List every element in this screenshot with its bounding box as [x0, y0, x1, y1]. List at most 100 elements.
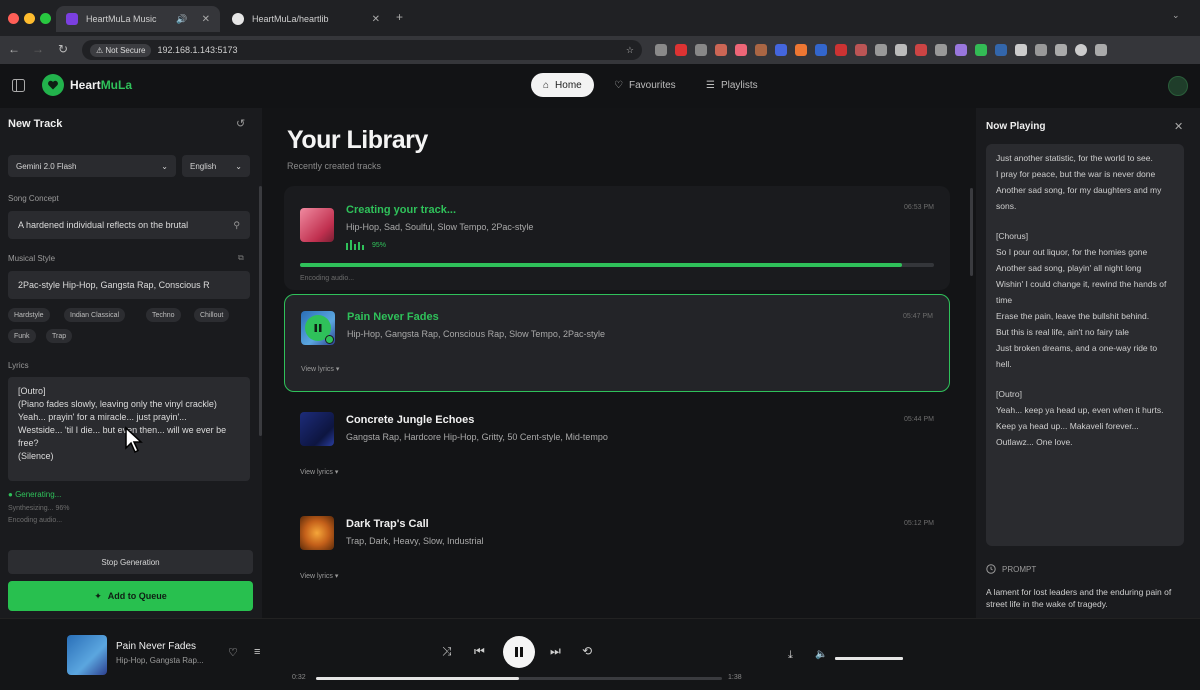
extension-icon[interactable] — [895, 44, 907, 56]
view-lyrics-link[interactable]: View lyrics ▾ — [300, 468, 338, 476]
extension-icon[interactable] — [955, 44, 967, 56]
page-subtitle: Recently created tracks — [287, 161, 382, 171]
download-icon[interactable]: ⤓ — [788, 649, 793, 662]
player-cover[interactable] — [67, 635, 107, 675]
track-card-concrete-jungle-echoes[interactable]: Concrete Jungle Echoes Gangsta Rap, Hard… — [284, 398, 950, 496]
not-secure-badge[interactable]: ⚠ Not Secure — [90, 43, 152, 57]
style-chip[interactable]: Hardstyle — [8, 308, 50, 322]
nav-playlists[interactable]: ☰ Playlists — [694, 73, 770, 97]
track-cover — [300, 412, 334, 446]
minimize-window-button[interactable] — [24, 13, 35, 24]
extension-icon[interactable] — [735, 44, 747, 56]
extension-icon[interactable] — [655, 44, 667, 56]
nav-home[interactable]: ⌂ Home — [531, 73, 594, 97]
style-chip[interactable]: Funk — [8, 329, 36, 343]
lyric-line: Yeah... keep ya head up, even when it hu… — [996, 405, 1164, 447]
volume-slider[interactable] — [835, 657, 903, 660]
track-tags: Gangsta Rap, Hardcore Hip-Hop, Gritty, 5… — [346, 432, 608, 442]
library-scrollbar[interactable] — [970, 188, 973, 276]
track-card-creating[interactable]: Creating your track... Hip-Hop, Sad, Sou… — [284, 186, 950, 290]
extension-icon[interactable] — [855, 44, 867, 56]
extension-icon[interactable] — [1055, 44, 1067, 56]
close-tab-icon[interactable]: ✕ — [372, 14, 380, 25]
extension-icon[interactable] — [715, 44, 727, 56]
language-select[interactable]: English ⌄ — [182, 155, 250, 177]
browser-tab-github[interactable]: HeartMuLa/heartlib ✕ — [222, 6, 390, 32]
extension-icon[interactable] — [915, 44, 927, 56]
stop-generation-button[interactable]: Stop Generation — [8, 550, 253, 574]
extension-icon[interactable] — [875, 44, 887, 56]
previous-track-icon[interactable]: ⏮ — [474, 644, 485, 659]
extension-icon[interactable] — [995, 44, 1007, 56]
encoding-status: Encoding audio... — [8, 517, 63, 524]
shuffle-icon[interactable]: ⤨ — [442, 644, 452, 659]
extension-icon[interactable] — [755, 44, 767, 56]
total-time: 1:38 — [728, 674, 742, 681]
close-tab-icon[interactable]: ✕ — [202, 14, 210, 25]
style-chip[interactable]: Trap — [46, 329, 73, 343]
tab-bar: HeartMuLa Music 🔊 ✕ HeartMuLa/heartlib ✕… — [0, 0, 1200, 36]
pause-button[interactable] — [503, 636, 535, 668]
speaker-icon[interactable]: 🔊 — [176, 14, 187, 25]
home-icon: ⌂ — [543, 79, 550, 91]
concept-input[interactable]: A hardened individual reflects on the br… — [8, 211, 250, 239]
close-icon[interactable]: ✕ — [1174, 120, 1183, 133]
tab-search-icon[interactable]: ⌄ — [1172, 10, 1180, 21]
extension-icon[interactable] — [835, 44, 847, 56]
generation-progress-bar — [300, 263, 934, 267]
style-chip[interactable]: Indian Classical — [64, 308, 126, 322]
now-playing-lyrics[interactable]: Just another statistic, for the world to… — [986, 144, 1184, 546]
queue-list-icon[interactable]: ≡ — [254, 646, 260, 658]
maximize-window-button[interactable] — [40, 13, 51, 24]
extension-icon[interactable] — [815, 44, 827, 56]
track-card-pain-never-fades[interactable]: Pain Never Fades Hip-Hop, Gangsta Rap, C… — [284, 294, 950, 392]
bookmark-star-icon[interactable]: ☆ — [626, 45, 634, 56]
menu-icon[interactable] — [1095, 44, 1107, 56]
track-title: Pain Never Fades — [347, 311, 439, 323]
language-select-value: English — [190, 161, 217, 171]
extension-icon[interactable] — [1035, 44, 1047, 56]
extension-icon[interactable] — [935, 44, 947, 56]
model-select[interactable]: Gemini 2.0 Flash ⌄ — [8, 155, 176, 177]
lyric-spacer — [996, 372, 1174, 386]
view-lyrics-link[interactable]: View lyrics ▾ — [300, 572, 338, 580]
user-avatar[interactable] — [1168, 76, 1188, 96]
profile-icon[interactable] — [1075, 44, 1087, 56]
url-field[interactable]: ⚠ Not Secure 192.168.1.143:5173 ☆ — [82, 40, 642, 60]
style-input[interactable]: 2Pac-style Hip-Hop, Gangsta Rap, Conscio… — [8, 271, 250, 299]
magic-wand-icon[interactable]: ⚲ — [227, 220, 240, 231]
track-card-dark-traps-call[interactable]: Dark Trap's Call Trap, Dark, Heavy, Slow… — [284, 502, 950, 600]
reset-icon[interactable]: ↺ — [236, 117, 245, 130]
extension-icon[interactable] — [775, 44, 787, 56]
forward-icon[interactable]: → — [32, 42, 44, 56]
lyric-line: Just broken dreams, and a one-way ride t… — [996, 343, 1158, 369]
sidebar-toggle-icon[interactable] — [12, 79, 25, 92]
add-to-queue-button[interactable]: ✦ Add to Queue — [8, 581, 253, 611]
lyric-line: So I pour out liquor, for the homies gon… — [996, 247, 1148, 257]
extension-icon[interactable] — [795, 44, 807, 56]
repeat-icon[interactable]: ⟲ — [582, 644, 592, 658]
style-chip[interactable]: Techno — [146, 308, 181, 322]
reload-icon[interactable]: ↻ — [58, 42, 68, 56]
copy-icon[interactable]: ⧉ — [238, 253, 244, 263]
extension-icon[interactable] — [1015, 44, 1027, 56]
track-time: 06:53 PM — [904, 204, 934, 211]
close-window-button[interactable] — [8, 13, 19, 24]
extension-icon[interactable] — [695, 44, 707, 56]
extension-icon[interactable] — [675, 44, 687, 56]
new-tab-icon[interactable]: + — [396, 10, 403, 24]
browser-tab-heartmula[interactable]: HeartMuLa Music 🔊 ✕ — [56, 6, 220, 32]
concept-value: A hardened individual reflects on the br… — [18, 220, 189, 230]
next-track-icon[interactable]: ⏭ — [550, 644, 561, 659]
seek-bar[interactable] — [316, 677, 722, 680]
favourite-heart-icon[interactable]: ♡ — [228, 646, 238, 659]
brand-name[interactable]: HeartMuLa — [70, 78, 132, 92]
back-icon[interactable]: ← — [8, 42, 20, 56]
volume-icon[interactable]: 🔈 — [815, 649, 827, 660]
concept-label: Song Concept — [8, 194, 59, 203]
style-chip[interactable]: Chillout — [194, 308, 230, 322]
view-lyrics-link[interactable]: View lyrics ▾ — [301, 365, 339, 373]
extension-icon[interactable] — [975, 44, 987, 56]
nav-favourites[interactable]: ♡ Favourites — [602, 73, 688, 97]
player-title[interactable]: Pain Never Fades — [116, 641, 196, 652]
